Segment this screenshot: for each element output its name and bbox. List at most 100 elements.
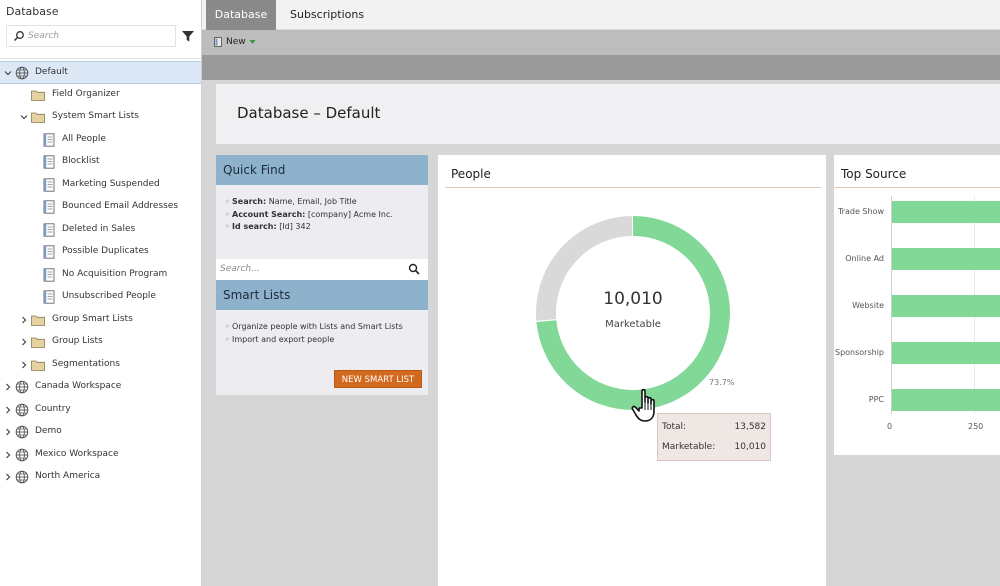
chevron-down-icon[interactable] xyxy=(4,69,12,77)
tooltip-total-label: Total: xyxy=(662,422,687,432)
tab-subscriptions[interactable]: Subscriptions xyxy=(278,0,376,30)
toolbar: New xyxy=(202,30,1000,55)
tree-item-label: Default xyxy=(35,67,68,77)
smart-list-icon xyxy=(42,132,56,147)
people-title-underline xyxy=(445,187,821,188)
hint-key: Account Search: xyxy=(232,209,306,219)
search-icon xyxy=(13,31,24,42)
chevron-right-icon[interactable] xyxy=(4,451,12,459)
tree-item-label: Mexico Workspace xyxy=(35,448,119,459)
tree-item-label: Unsubscribed People xyxy=(62,291,156,301)
globe-icon xyxy=(15,66,29,80)
filter-icon[interactable] xyxy=(181,29,195,43)
chevron-right-icon[interactable] xyxy=(20,338,28,346)
tab-database[interactable]: Database xyxy=(206,0,276,30)
globe-icon xyxy=(15,403,29,417)
bar[interactable] xyxy=(891,342,1000,364)
chart-tooltip: Total: 13,582 Marketable: 10,010 xyxy=(657,413,771,461)
quick-find-hint: Id search: [Id] 342 xyxy=(225,222,428,231)
bar[interactable] xyxy=(891,295,1000,317)
people-donut-chart xyxy=(536,216,730,410)
quick-find-search-placeholder: Search... xyxy=(220,264,260,274)
chevron-down-icon[interactable] xyxy=(20,113,28,121)
bar[interactable] xyxy=(891,248,1000,270)
tree-item[interactable]: North America xyxy=(0,466,201,489)
tree-item-label: Field Organizer xyxy=(52,88,120,99)
hint-value: [company] Acme Inc. xyxy=(305,209,393,219)
tree-item[interactable]: Demo xyxy=(0,421,201,444)
smart-lists-hint: Organize people with Lists and Smart Lis… xyxy=(225,322,403,331)
tooltip-marketable-label: Marketable: xyxy=(662,442,716,452)
tree-item[interactable]: Unsubscribed People xyxy=(0,286,201,309)
donut-center-value: 10,010 xyxy=(603,289,663,309)
tree-item-label: Demo xyxy=(35,426,62,436)
folder-icon xyxy=(31,335,45,349)
smart-list-icon xyxy=(42,155,56,169)
tree-item[interactable]: Marketing Suspended xyxy=(0,174,201,197)
page-title: Database – Default xyxy=(237,104,381,122)
tree-item[interactable]: Deleted in Sales xyxy=(0,219,201,242)
tree-item-label: Possible Duplicates xyxy=(62,246,149,256)
chevron-right-icon[interactable] xyxy=(20,316,28,324)
chevron-right-icon[interactable] xyxy=(4,473,12,481)
bar[interactable] xyxy=(891,201,1000,223)
new-button[interactable]: New xyxy=(214,37,256,47)
dropdown-arrow-icon xyxy=(249,40,256,44)
smart-list-icon xyxy=(42,245,56,259)
sidebar-search-input[interactable]: Search xyxy=(6,25,176,47)
donut-percent-label: 73.7% xyxy=(709,378,735,387)
quick-find-panel: Quick Find Search: Name, Email, Job Titl… xyxy=(216,155,428,395)
globe-icon xyxy=(15,448,29,462)
tree-item[interactable]: Canada Workspace xyxy=(0,376,201,399)
folder-icon xyxy=(31,358,45,372)
tree-item[interactable]: System Smart Lists xyxy=(0,106,201,129)
tree-item-label: Canada Workspace xyxy=(35,381,122,391)
tree-item[interactable]: Group Smart Lists xyxy=(0,309,201,332)
tree-item-label: Group Lists xyxy=(52,336,103,346)
tree-item[interactable]: Field Organizer xyxy=(0,84,201,107)
search-icon[interactable] xyxy=(408,263,420,275)
hint-value: Name, Email, Job Title xyxy=(266,197,357,206)
quick-find-title: Quick Find xyxy=(216,155,428,185)
tree-item[interactable]: Group Lists xyxy=(0,331,201,354)
tree-item-label: Blocklist xyxy=(62,156,100,166)
sidebar: Database Search Default Field Organizer Sy… xyxy=(0,0,202,586)
tree-item[interactable]: No Acquisition Program xyxy=(0,264,201,287)
new-smart-list-button[interactable]: NEW SMART LIST xyxy=(334,370,422,388)
smart-list-icon xyxy=(42,200,56,214)
top-source-title-underline xyxy=(834,187,1000,188)
chevron-right-icon[interactable] xyxy=(4,383,12,391)
bar-label: Sponsorship xyxy=(834,348,884,357)
chevron-right-icon[interactable] xyxy=(4,428,12,436)
tree-item[interactable]: All People xyxy=(0,129,201,152)
bar-label: PPC xyxy=(868,395,884,404)
smart-lists-hint: Import and export people xyxy=(225,335,403,344)
smart-list-icon xyxy=(42,267,56,282)
bar-label: Online Ad xyxy=(845,254,884,263)
sidebar-search-placeholder: Search xyxy=(28,31,60,41)
tree-item[interactable]: Possible Duplicates xyxy=(0,241,201,264)
tooltip-total-value: 13,582 xyxy=(734,422,767,432)
tree-item[interactable]: Segmentations xyxy=(0,354,201,377)
bar-label: Trade Show xyxy=(837,207,884,216)
tree-item-label: No Acquisition Program xyxy=(62,268,168,279)
sidebar-divider xyxy=(0,58,201,59)
tree-item[interactable]: Default xyxy=(0,61,201,84)
tree-item[interactable]: Country xyxy=(0,399,201,422)
chevron-right-icon[interactable] xyxy=(4,406,12,414)
chevron-right-icon[interactable] xyxy=(20,361,28,369)
tooltip-total-row: Total: 13,582 xyxy=(662,422,766,432)
globe-icon xyxy=(15,425,29,439)
bar[interactable] xyxy=(891,389,1000,411)
new-button-label: New xyxy=(226,37,246,47)
tree-item[interactable]: Mexico Workspace xyxy=(0,444,201,467)
tree-item[interactable]: Bounced Email Addresses xyxy=(0,196,201,219)
quick-find-search-input[interactable]: Search... xyxy=(216,259,428,280)
top-source-title: Top Source xyxy=(841,167,907,181)
sidebar-tree: Default Field Organizer System Smart Lists… xyxy=(0,61,201,489)
folder-icon xyxy=(31,88,45,102)
tree-item[interactable]: Blocklist xyxy=(0,151,201,174)
tree-item-label: System Smart Lists xyxy=(52,111,139,121)
top-source-panel: Top Source Trade Show Online Ad Website Spo… xyxy=(834,155,1000,455)
tree-item-label: Bounced Email Addresses xyxy=(62,201,179,211)
